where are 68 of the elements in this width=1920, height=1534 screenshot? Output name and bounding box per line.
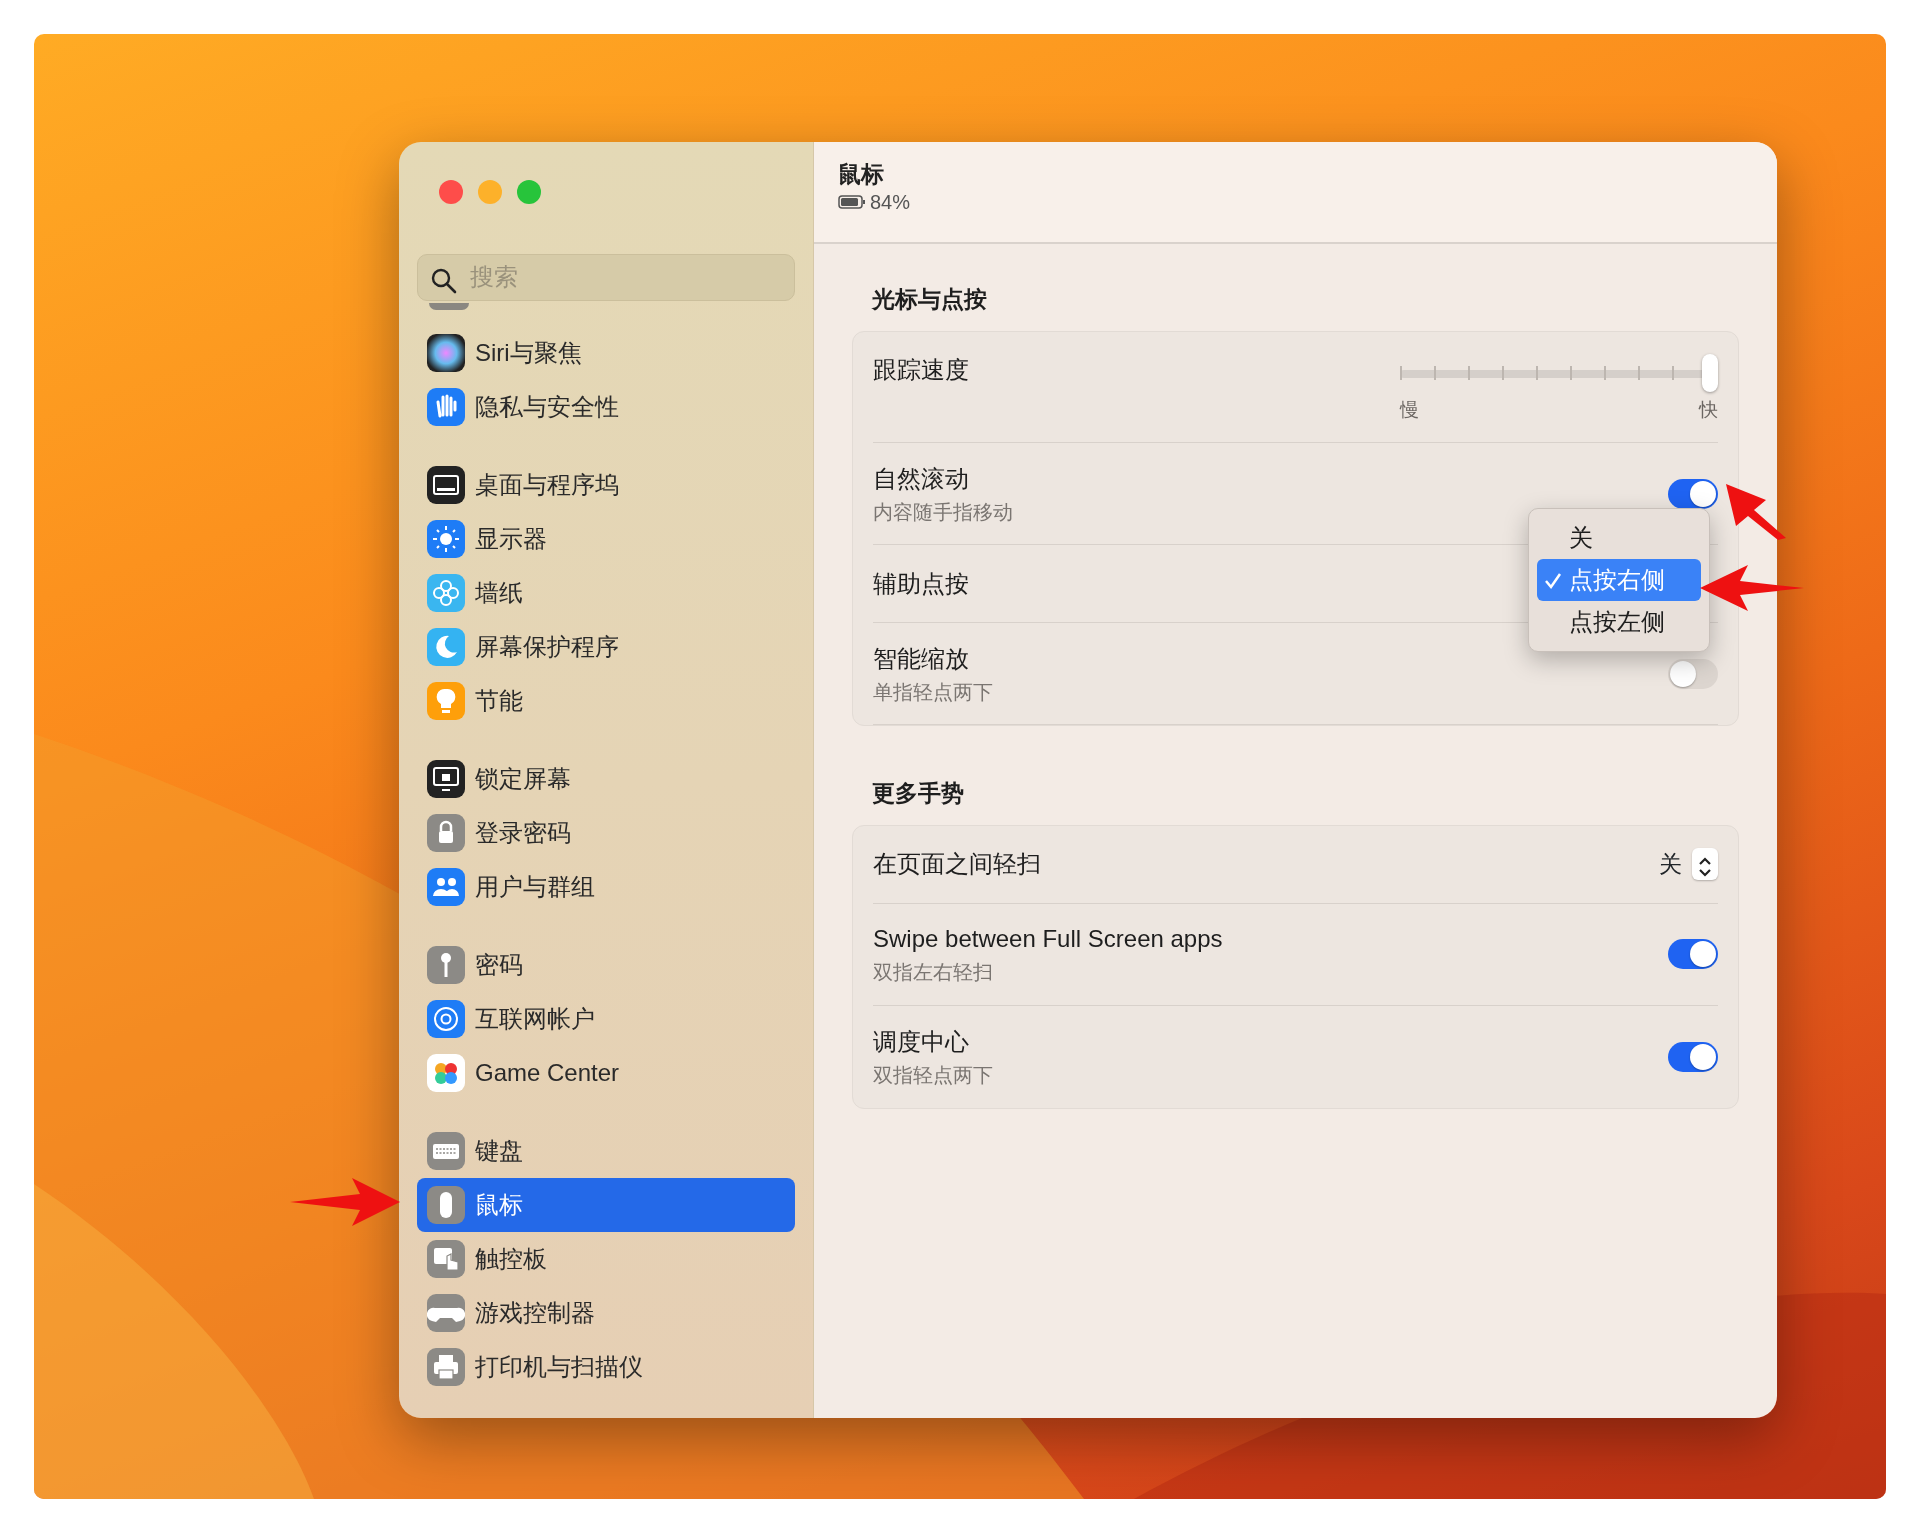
sidebar-item[interactable]: 显示器: [417, 512, 795, 566]
hand-icon: [427, 388, 465, 426]
minimize-button[interactable]: [478, 180, 502, 204]
setting-label: 自然滚动: [873, 463, 970, 494]
slider-max-label: 快: [1699, 397, 1718, 422]
battery-level: 84%: [870, 190, 911, 216]
search-field[interactable]: 搜索: [417, 253, 795, 301]
search-icon: [431, 267, 457, 294]
trackpad-hand-icon: [427, 1240, 465, 1278]
sidebar-item[interactable]: 互联网帐户: [417, 992, 795, 1046]
menu-option[interactable]: 点按右侧: [1537, 558, 1701, 601]
dock-icon: [427, 466, 465, 504]
lightbulb-icon: [427, 682, 465, 720]
sidebar-item[interactable]: 墙纸: [417, 566, 795, 620]
sidebar-item[interactable]: 登录密码: [417, 806, 795, 860]
slider-min-label: 慢: [1400, 397, 1419, 422]
setting-description: 双指左右轻扫: [873, 960, 994, 985]
mouse-icon: [427, 1186, 465, 1224]
sidebar-item[interactable]: 鼠标: [417, 1178, 795, 1232]
setting-label: 调度中心: [873, 1026, 970, 1057]
setting-label: 辅助点按: [873, 568, 969, 599]
sidebar-item[interactable]: Game Center: [417, 1046, 795, 1100]
zoom-button[interactable]: [517, 180, 541, 204]
sidebar-item[interactable]: 用户与群组: [417, 860, 795, 914]
sidebar-item[interactable]: 触控板: [417, 1232, 795, 1286]
sidebar-item[interactable]: 锁定屏幕: [417, 752, 795, 806]
sidebar-item[interactable]: 键盘: [417, 1124, 795, 1178]
page-title: 鼠标: [838, 162, 885, 188]
close-button[interactable]: [439, 180, 463, 204]
sidebar-item[interactable]: 屏幕保护程序: [417, 620, 795, 674]
sidebar-item[interactable]: 游戏控制器: [417, 1286, 795, 1340]
sidebar-item[interactable]: 密码: [417, 938, 795, 992]
menu-option[interactable]: 点按左侧: [1537, 600, 1701, 643]
sidebar-item[interactable]: 节能: [417, 674, 795, 728]
section-title: 光标与点按: [870, 285, 988, 314]
slider-thumb[interactable]: [1702, 353, 1718, 392]
stepper-arrows-icon[interactable]: [1692, 848, 1718, 880]
flower-icon: [427, 574, 465, 612]
setting-description: 单指轻点两下: [873, 679, 993, 705]
setting-description: 双指轻点两下: [873, 1062, 993, 1088]
popup-value[interactable]: 关: [1659, 846, 1682, 882]
people-icon: [427, 868, 465, 906]
annotation-arrow-icon: [1726, 482, 1788, 540]
toggle-switch[interactable]: [1668, 1041, 1718, 1072]
sidebar-item[interactable]: Siri与聚焦: [417, 326, 795, 380]
sidebar-icon: [429, 303, 469, 310]
toggle-switch[interactable]: [1668, 939, 1718, 969]
key-icon: [427, 946, 465, 984]
section-title: 更多手势: [871, 779, 965, 808]
toggle-switch[interactable]: [1668, 478, 1718, 509]
toggle-switch[interactable]: [1668, 658, 1718, 689]
battery-icon: [838, 195, 866, 210]
sun-icon: [427, 520, 465, 558]
sidebar-item[interactable]: 桌面与程序坞: [417, 458, 795, 512]
setting-label: 在页面之间轻扫: [873, 849, 1041, 879]
setting-label: 跟踪速度: [873, 354, 969, 385]
bubbles-icon: [427, 1054, 465, 1092]
setting-label: 智能缩放: [873, 643, 970, 674]
lock-icon: [427, 814, 465, 852]
printer-icon: [427, 1348, 465, 1386]
setting-label: Swipe between Full Screen apps: [873, 924, 1223, 954]
sidebar-item[interactable]: 隐私与安全性: [417, 380, 795, 434]
setting-description: 内容随手指移动: [873, 499, 1013, 525]
moon-icon: [427, 628, 465, 666]
sidebar-item[interactable]: 打印机与扫描仪: [417, 1340, 795, 1394]
keyboard-icon: [427, 1132, 465, 1170]
menu-option[interactable]: 关: [1537, 516, 1701, 559]
monitor-lock-icon: [427, 760, 465, 798]
